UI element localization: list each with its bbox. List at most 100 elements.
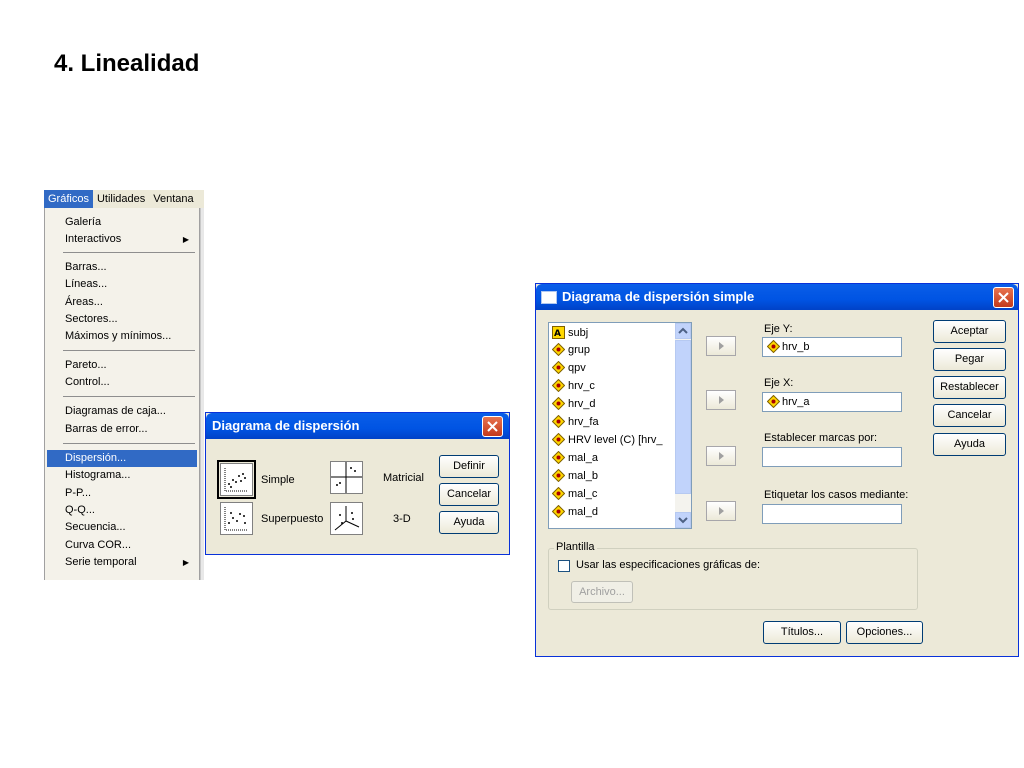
paste-button[interactable]: Pegar	[933, 348, 1006, 371]
list-item[interactable]: grup	[551, 342, 591, 359]
menu-utilidades[interactable]: Utilidades	[93, 190, 149, 208]
list-item[interactable]: mal_b	[551, 468, 598, 485]
accept-button[interactable]: Aceptar	[933, 320, 1006, 343]
eje-y-field[interactable]: hrv_b	[762, 337, 902, 357]
menu-item-histograma[interactable]: Histograma...	[47, 467, 197, 484]
string-variable-icon: A	[552, 326, 565, 339]
list-item[interactable]: mal_d	[551, 504, 598, 521]
scatter-gallery-dialog: Diagrama de dispersión Simple Superpuest…	[205, 412, 510, 555]
option-simple-label[interactable]: Simple	[261, 474, 295, 486]
svg-text:A: A	[554, 329, 561, 339]
list-item[interactable]: Asubj	[552, 325, 588, 342]
menu-item-sectores[interactable]: Sectores...	[47, 311, 197, 328]
scatter-3d-icon[interactable]	[330, 502, 363, 535]
menu-item-barras-error[interactable]: Barras de error...	[47, 421, 197, 438]
eje-x-value: hrv_a	[782, 396, 810, 408]
list-item[interactable]: hrv_fa	[551, 414, 599, 431]
variable-name: hrv_c	[568, 380, 595, 392]
reset-button[interactable]: Restablecer	[933, 376, 1006, 399]
menu-graficos[interactable]: Gráficos	[44, 190, 93, 208]
template-group-label: Plantilla	[554, 541, 597, 553]
variable-list[interactable]: Asubj grup qpv hrv_c hrv_d hrv_fa HRV le…	[548, 322, 692, 529]
move-to-x-button[interactable]	[706, 390, 736, 410]
scroll-down-button[interactable]	[675, 512, 691, 528]
scroll-thumb[interactable]	[675, 340, 691, 494]
menu-item-diagramas-caja[interactable]: Diagramas de caja...	[47, 403, 197, 420]
menu-item-pareto[interactable]: Pareto...	[47, 357, 197, 374]
variable-name: mal_a	[568, 452, 598, 464]
close-icon	[487, 421, 498, 432]
menu-item-qq[interactable]: Q-Q...	[47, 502, 197, 519]
list-item[interactable]: hrv_d	[551, 396, 596, 413]
menu-separator	[63, 443, 195, 444]
numeric-variable-icon	[551, 468, 566, 483]
vertical-scrollbar[interactable]	[675, 323, 691, 528]
option-3d-label[interactable]: 3-D	[393, 513, 411, 525]
menu-item-barras[interactable]: Barras...	[47, 259, 197, 276]
menu-separator	[63, 252, 195, 253]
scatter-matrix-icon[interactable]	[330, 461, 363, 494]
options-button[interactable]: Opciones...	[846, 621, 923, 644]
menu-item-control[interactable]: Control...	[47, 374, 197, 391]
definir-button[interactable]: Definir	[439, 455, 499, 478]
menu-item-pp[interactable]: P-P...	[47, 485, 197, 502]
scatter-overlay-icon[interactable]	[220, 502, 253, 535]
submenu-arrow-icon: ▶	[182, 235, 189, 244]
menu-item-interactivos[interactable]: Interactivos ▶	[47, 231, 197, 248]
archivo-button[interactable]: Archivo...	[571, 581, 633, 603]
chevron-up-icon	[678, 327, 688, 334]
marcas-field[interactable]	[762, 447, 902, 467]
help-button[interactable]: Ayuda	[933, 433, 1006, 456]
menu-item-serie-temporal[interactable]: Serie temporal ▶	[47, 554, 197, 571]
scroll-up-button[interactable]	[675, 323, 691, 339]
move-to-labels-button[interactable]	[706, 501, 736, 521]
numeric-variable-icon	[551, 360, 566, 375]
variable-name: grup	[568, 344, 591, 356]
menu-item-maximos-minimos[interactable]: Máximos y mínimos...	[47, 328, 197, 345]
use-template-checkbox[interactable]	[558, 560, 570, 572]
list-item[interactable]: qpv	[551, 360, 586, 377]
numeric-variable-icon	[551, 342, 566, 357]
dialog-title: Diagrama de dispersión	[212, 418, 360, 433]
cancel-button[interactable]: Cancelar	[933, 404, 1006, 427]
numeric-variable-icon	[551, 414, 566, 429]
list-item[interactable]: mal_c	[551, 486, 598, 503]
menu-item-areas[interactable]: Áreas...	[47, 294, 197, 311]
menu-item-galeria[interactable]: Galería	[47, 214, 197, 231]
numeric-variable-icon	[551, 486, 566, 501]
close-button[interactable]	[993, 287, 1014, 308]
etiquetar-field[interactable]	[762, 504, 902, 524]
arrow-right-icon	[719, 396, 724, 404]
slide-title: 4. Linealidad	[54, 50, 200, 77]
menu-separator	[63, 396, 195, 397]
list-item[interactable]: hrv_c	[551, 378, 595, 395]
menu-item-secuencia[interactable]: Secuencia...	[47, 519, 197, 536]
use-template-label[interactable]: Usar las especificaciones gráficas de:	[576, 559, 760, 571]
option-superpuesto-label[interactable]: Superpuesto	[261, 513, 323, 525]
list-item[interactable]: mal_a	[551, 450, 598, 467]
variable-name: qpv	[568, 362, 586, 374]
variable-name: mal_c	[568, 488, 598, 500]
move-to-y-button[interactable]	[706, 336, 736, 356]
window-icon	[541, 291, 557, 304]
cancel-button[interactable]: Cancelar	[439, 483, 499, 506]
option-matricial-label[interactable]: Matricial	[383, 472, 424, 484]
list-item[interactable]: HRV level (C) [hrv_	[551, 432, 663, 449]
eje-x-field[interactable]: hrv_a	[762, 392, 902, 412]
menu-item-lineas[interactable]: Líneas...	[47, 276, 197, 293]
scatter-simple-icon[interactable]	[217, 460, 256, 499]
menu-item-dispersion[interactable]: Dispersión...	[47, 450, 197, 467]
menu-ventana[interactable]: Ventana	[149, 190, 197, 208]
menu-item-curva-cor[interactable]: Curva COR...	[47, 537, 197, 554]
graphs-dropdown: Galería Interactivos ▶ Barras... Líneas.…	[44, 208, 200, 580]
numeric-variable-icon	[551, 432, 566, 447]
help-button[interactable]: Ayuda	[439, 511, 499, 534]
arrow-right-icon	[719, 452, 724, 460]
close-button[interactable]	[482, 416, 503, 437]
submenu-arrow-icon: ▶	[182, 558, 189, 567]
eje-x-label: Eje X:	[764, 377, 794, 389]
titles-button[interactable]: Títulos...	[763, 621, 841, 644]
numeric-variable-icon	[766, 339, 781, 359]
numeric-variable-icon	[551, 378, 566, 393]
move-to-markers-button[interactable]	[706, 446, 736, 466]
